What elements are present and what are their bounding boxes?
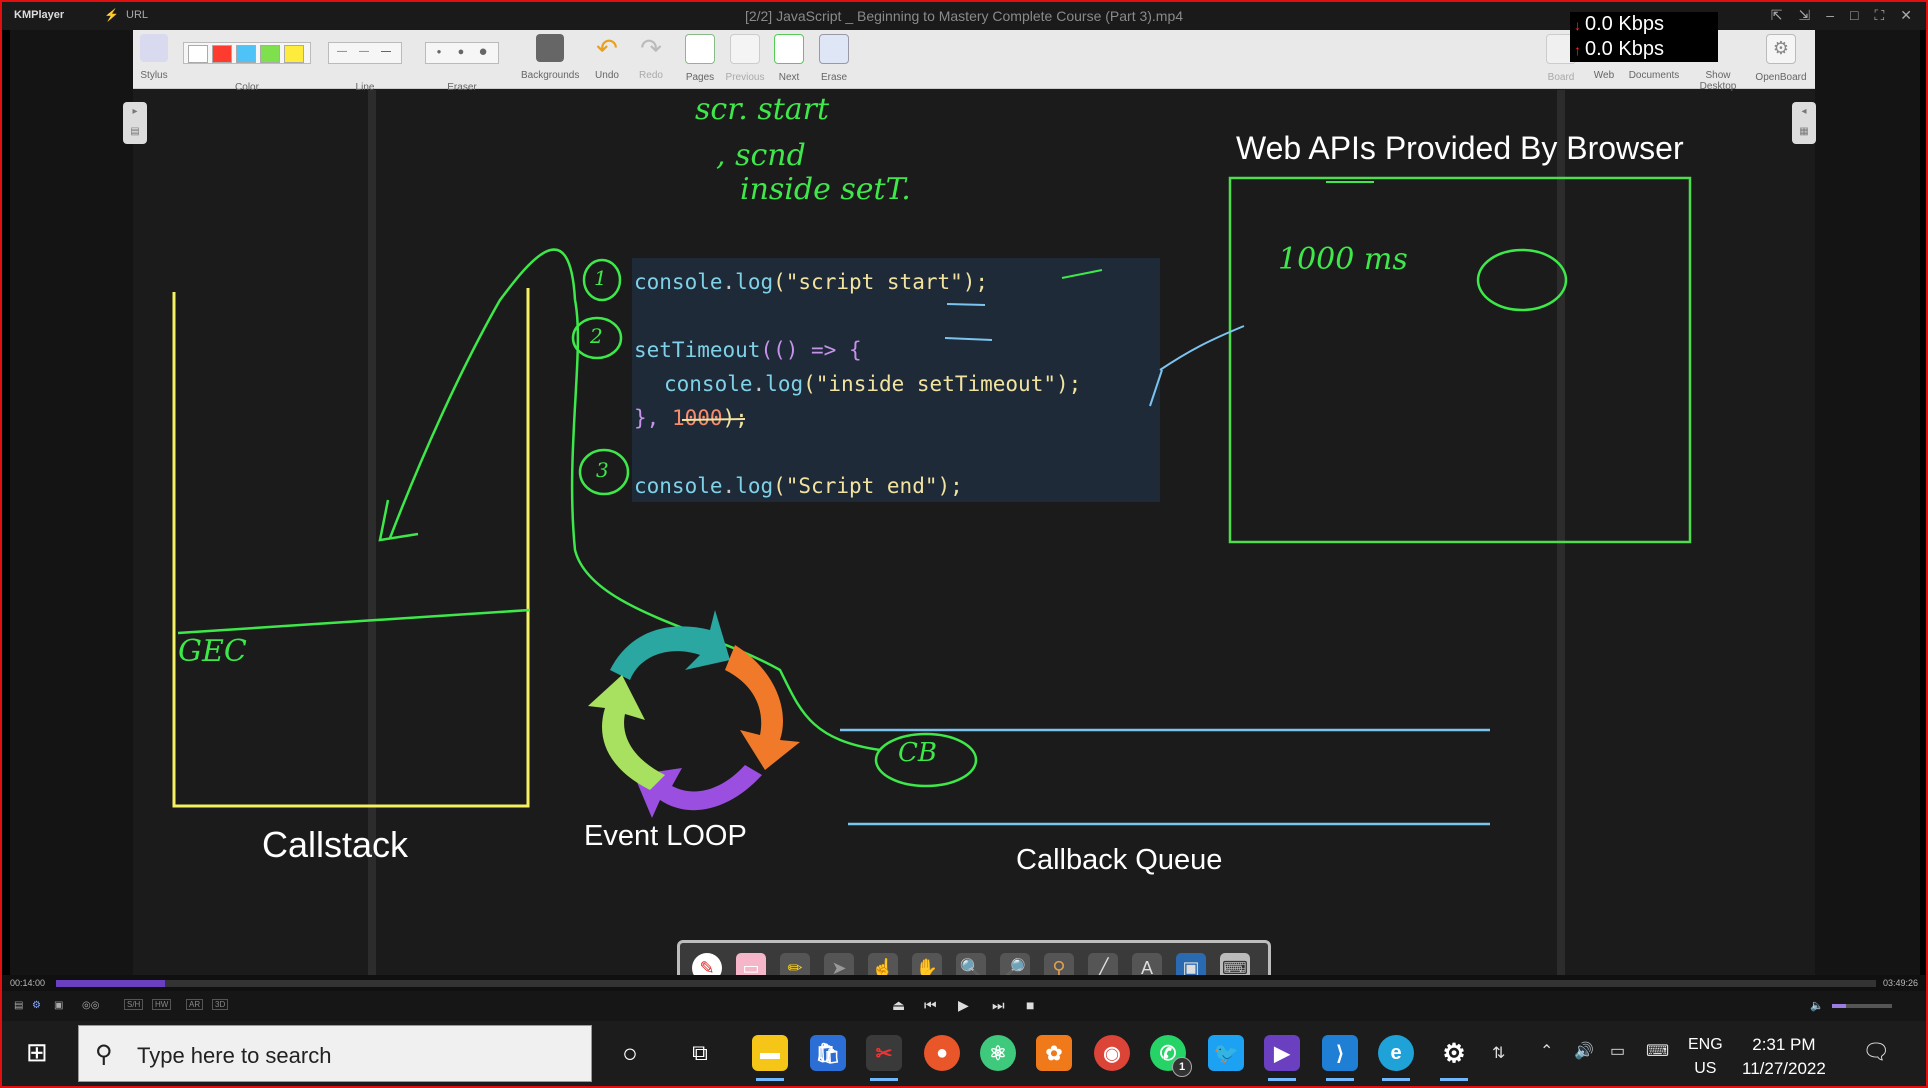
windows-start-icon[interactable]: ⊞ <box>26 1039 52 1065</box>
volume-icon[interactable]: 🔈 <box>1810 999 1824 1012</box>
loop-arrow-teal <box>610 610 730 680</box>
pin-icon[interactable]: ⇱ <box>1771 7 1783 24</box>
windows-taskbar: ⊞ ⚲ Type here to search ○ ⧉ ▬ 🛍 ✂ ● ⚛ ✿ … <box>2 1021 1926 1086</box>
notification-icon[interactable]: 🗨 <box>1862 1039 1890 1065</box>
previous-track-icon[interactable]: ⏮ <box>924 997 937 1014</box>
twitter-icon[interactable]: 🐦 <box>1208 1035 1244 1071</box>
seek-bar[interactable]: 00:14:00 03:49:26 <box>2 975 1926 991</box>
mode-badge-2[interactable]: HW <box>152 999 172 1010</box>
cortana-icon[interactable]: ○ <box>612 1035 648 1071</box>
maximize-icon[interactable]: □ <box>1850 7 1858 24</box>
seek-track[interactable] <box>56 980 1876 987</box>
timer-circle <box>1476 248 1568 312</box>
stop-icon[interactable]: ■ <box>1026 997 1034 1013</box>
gec-line <box>177 608 531 635</box>
seek-progress <box>56 980 166 987</box>
keyboard-tray-icon[interactable]: ⌨ <box>1646 1041 1669 1061</box>
play-icon[interactable]: ▶ <box>958 997 969 1014</box>
edge-icon[interactable]: e <box>1378 1035 1414 1081</box>
upload-arrow-icon: ↑ <box>1574 42 1581 58</box>
web-apis-title: Web APIs Provided By Browser <box>1236 130 1684 166</box>
close-icon[interactable]: ✕ <box>1900 7 1912 24</box>
input-language[interactable]: ENG US <box>1688 1033 1723 1081</box>
event-loop-label: Event LOOP <box>584 820 747 852</box>
file-explorer-icon[interactable]: ▬ <box>752 1035 788 1081</box>
vscode-icon[interactable]: ⟩ <box>1322 1035 1358 1081</box>
video-area[interactable]: Stylus Color — — — Line ● ● ● Eraser Bac… <box>10 30 1920 996</box>
download-arrow-icon: ↓ <box>1574 17 1581 33</box>
mode-badge-4[interactable]: 3D <box>212 999 229 1010</box>
capture-icon[interactable]: ▣ <box>54 1000 63 1011</box>
push-arrow <box>388 248 577 539</box>
search-icon: ⚲ <box>95 1041 113 1068</box>
ink-note-second: , scnd <box>716 138 806 173</box>
ink-step-3: 3 <box>596 458 609 482</box>
atom-icon[interactable]: ⚛ <box>980 1035 1016 1071</box>
taskbar-search[interactable]: ⚲ Type here to search <box>78 1025 592 1082</box>
mode-badge-1[interactable]: S/H <box>124 999 144 1010</box>
network-monitor: ↓ 0.0 Kbps ↑ 0.0 Kbps <box>1570 12 1718 62</box>
tick-mark <box>1061 269 1103 279</box>
system-clock[interactable]: 2:31 PM 11/27/2022 <box>1742 1033 1826 1081</box>
ink-gec-label: GEC <box>178 634 247 669</box>
ink-note-inside: inside setT. <box>740 172 911 207</box>
loop-arrow-lime <box>588 675 665 790</box>
chrome-icon[interactable]: ◉ <box>1094 1035 1130 1071</box>
vr-icon[interactable]: ◎◎ <box>82 1000 99 1011</box>
menu-icon[interactable]: ▤ <box>14 1000 23 1011</box>
download-speed: ↓ 0.0 Kbps <box>1574 13 1664 35</box>
settings-icon[interactable]: ⚙ <box>32 1000 41 1011</box>
restore-small-icon[interactable]: ⇲ <box>1798 7 1810 24</box>
time-total: 03:49:26 <box>1882 978 1918 988</box>
xampp-icon[interactable]: ✿ <box>1036 1035 1072 1071</box>
volume-tray-icon[interactable]: 🔊 <box>1574 1041 1594 1061</box>
task-view-icon[interactable]: ⧉ <box>682 1035 718 1071</box>
settings-gear-icon[interactable]: ⚙ <box>1436 1035 1472 1081</box>
eject-icon[interactable]: ⏏ <box>892 997 905 1014</box>
ink-note-script-start: scr. start <box>695 92 830 127</box>
underline-start-2 <box>944 337 993 341</box>
tray-apps-icon[interactable]: ⇅ <box>1492 1043 1505 1063</box>
whatsapp-badge: 1 <box>1172 1057 1192 1077</box>
time-elapsed: 00:14:00 <box>10 978 46 988</box>
mode-badge-3[interactable]: AR <box>186 999 204 1010</box>
player-controls: ▤ ⚙ ▣ ◎◎ S/H HW AR 3D ⏏ ⏮ ▶ ⏭ ■ 🔈 <box>2 991 1926 1021</box>
volume-level <box>1832 1004 1846 1008</box>
loop-arrow-orange <box>725 645 800 770</box>
upload-speed: ↑ 0.0 Kbps <box>1574 38 1664 60</box>
battery-icon[interactable]: ▭ <box>1610 1041 1625 1061</box>
fullscreen-icon[interactable]: ⛶ <box>1874 7 1884 24</box>
underline-start <box>946 303 986 306</box>
visual-studio-icon[interactable]: ▶ <box>1264 1035 1300 1081</box>
whatsapp-icon[interactable]: ✆ 1 <box>1150 1035 1192 1077</box>
ink-step-1: 1 <box>594 266 607 290</box>
volume-slider[interactable] <box>1832 1004 1892 1008</box>
push-arrowhead <box>378 499 419 542</box>
underline-1000 <box>681 418 746 421</box>
window-controls: ⇱ ⇲ – □ ⛶ ✕ <box>1771 7 1912 24</box>
store-icon[interactable]: 🛍 <box>810 1035 846 1071</box>
callback-queue-label: Callback Queue <box>1016 844 1223 876</box>
firefox-icon[interactable]: ● <box>924 1035 960 1071</box>
minimize-icon[interactable]: – <box>1826 7 1834 24</box>
snipping-tool-icon[interactable]: ✂ <box>866 1035 902 1081</box>
ink-cb-label: CB <box>898 738 937 768</box>
callstack-box <box>172 288 530 808</box>
ink-timer-label: 1000 ms <box>1278 242 1408 277</box>
web-apis-box <box>1228 176 1692 544</box>
search-placeholder: Type here to search <box>137 1043 332 1068</box>
next-track-icon[interactable]: ⏭ <box>992 997 1005 1014</box>
ink-step-2: 2 <box>590 324 603 348</box>
callstack-label: Callstack <box>262 824 409 865</box>
show-hidden-icons[interactable]: ⌃ <box>1540 1041 1553 1061</box>
